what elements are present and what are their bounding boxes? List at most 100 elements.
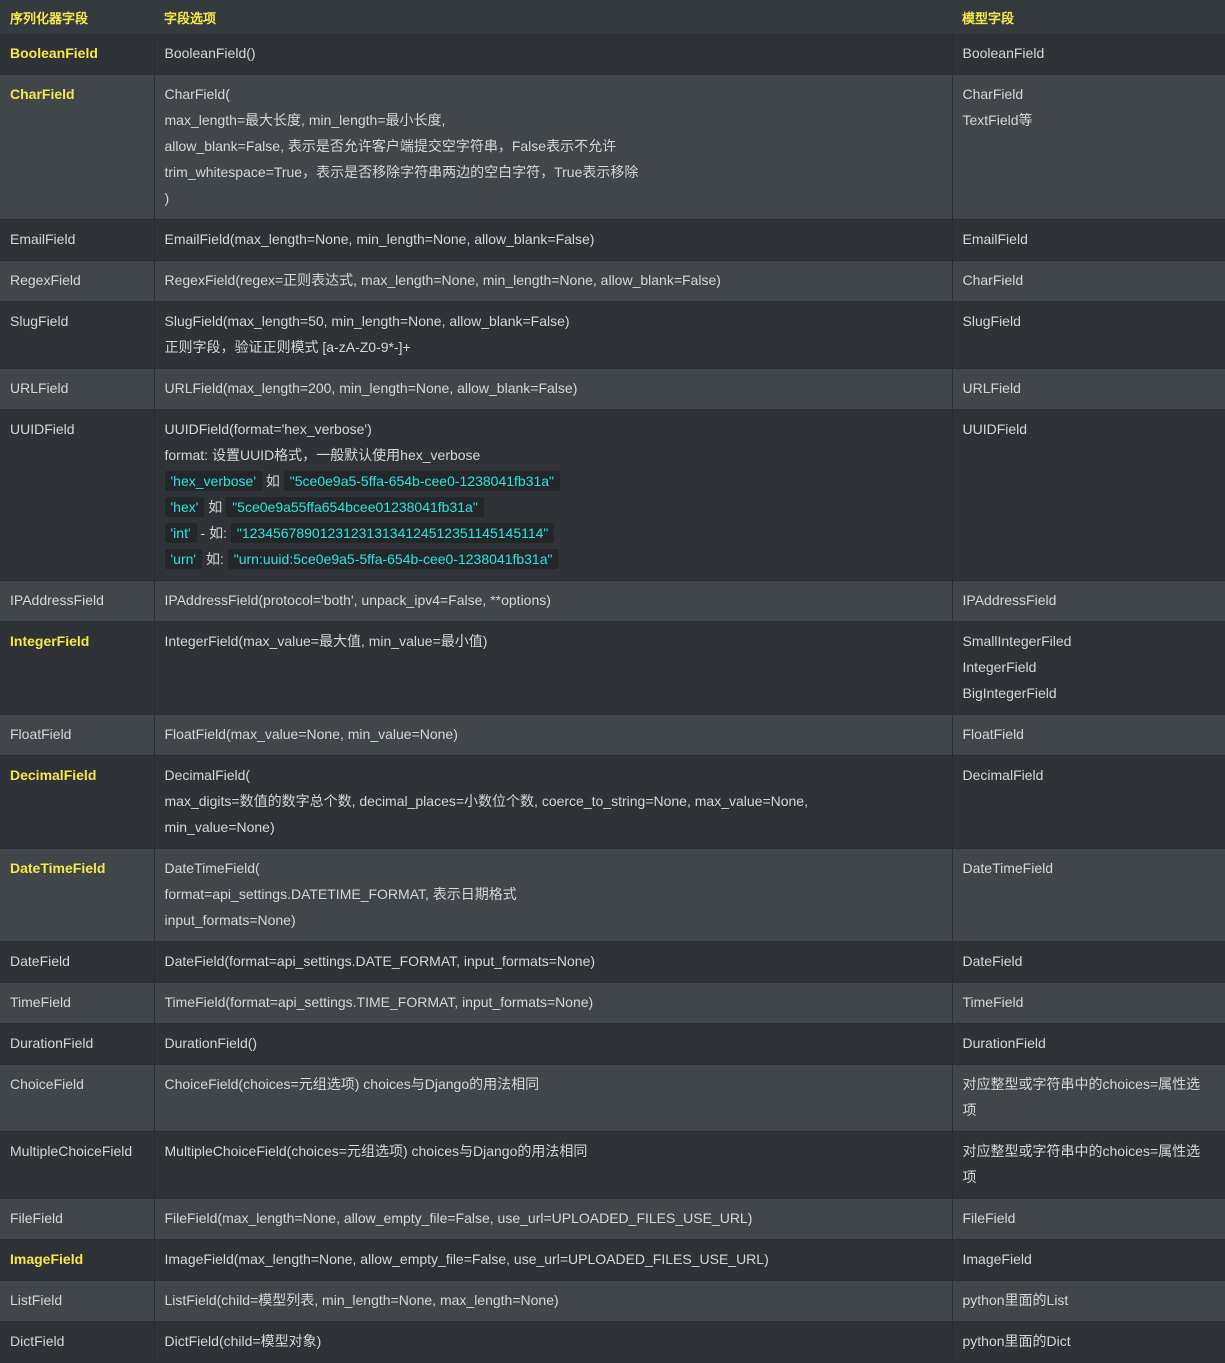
model-field-name: BooleanField	[962, 45, 1045, 61]
field-options-cell: CharField( max_length=最大长度, min_length=最小…	[154, 74, 953, 220]
table-row: FileField FileField(max_length=None, allo…	[0, 1198, 1225, 1240]
serializer-field-name: ChoiceField	[0, 1064, 155, 1132]
field-option-line: URLField(max_length=200, min_length=None…	[164, 380, 578, 396]
model-field-name: python里面的Dict	[962, 1333, 1071, 1349]
field-option-line: 正则字段，验证正则模式 [a-zA-Z0-9*-]+	[164, 339, 411, 355]
field-options-cell: ChoiceField(choices=元组选项) choices与Django…	[154, 1064, 953, 1132]
model-field-name: IntegerField	[962, 659, 1037, 675]
model-field-name: URLField	[962, 380, 1021, 396]
field-option-line: max_length=最大长度, min_length=最小长度,	[164, 112, 446, 128]
field-option-line: min_value=None)	[164, 819, 275, 835]
field-option-line: allow_blank=False, 表示是否允许客户端提交空字符串，False…	[164, 138, 617, 154]
field-option-line: ChoiceField(choices=元组选项) choices与Django…	[164, 1076, 540, 1092]
uuid-format-value: "123456789012312313134124512351145145114…	[230, 523, 555, 543]
model-field-name: ImageField	[962, 1251, 1032, 1267]
serializer-field-name: FloatField	[0, 714, 155, 756]
field-option-line: max_digits=数值的数字总个数, decimal_places=小数位个…	[164, 793, 809, 809]
table-row: DurationField DurationField() DurationFiel…	[0, 1023, 1225, 1065]
model-field-cell: DateField	[952, 941, 1225, 983]
model-field-cell: CharField TextField等	[952, 74, 1225, 220]
uuid-format-name: 'urn'	[164, 549, 203, 569]
model-field-name: 对应整型或字符串中的choices=属性选	[962, 1143, 1201, 1159]
field-option-line: ListField(child=模型列表, min_length=None, m…	[164, 1292, 559, 1308]
model-field-name: DateField	[962, 953, 1023, 969]
field-option-line: MultipleChoiceField(choices=元组选项) choice…	[164, 1143, 588, 1159]
field-option-line: FloatField(max_value=None, min_value=Non…	[164, 726, 458, 742]
uuid-format-name: 'int'	[164, 523, 197, 543]
uuid-format-separator: 如:	[202, 551, 228, 567]
table-row: DictField DictField(child=模型对象) python里面的D…	[0, 1321, 1225, 1363]
field-option-line: DateTimeField(	[164, 860, 260, 876]
header-field-options: 字段选项	[154, 0, 952, 34]
uuid-format-name: 'hex_verbose'	[164, 471, 263, 491]
uuid-format-example: 'urn' 如: "urn:uuid:5ce0e9a5-5ffa-654b-ce…	[164, 546, 942, 572]
field-option-line: CharField(	[164, 86, 230, 102]
model-field-cell: SlugField	[952, 301, 1225, 369]
uuid-format-value: "5ce0e9a5-5ffa-654b-cee0-1238041fb31a"	[283, 471, 561, 491]
model-field-name: TextField等	[962, 112, 1033, 128]
table-row: URLField URLField(max_length=200, min_len…	[0, 368, 1225, 410]
model-field-name: FloatField	[962, 726, 1024, 742]
field-options-cell: EmailField(max_length=None, min_length=N…	[154, 219, 953, 261]
table-row: TimeField TimeField(format=api_settings.T…	[0, 982, 1225, 1024]
serializer-field-name: SlugField	[0, 301, 155, 369]
serializer-field-table: 序列化器字段 字段选项 模型字段 BooleanField BooleanFiel…	[0, 0, 1225, 1363]
field-option-line: )	[164, 190, 170, 206]
table-row: ImageField ImageField(max_length=None, al…	[0, 1239, 1225, 1281]
model-field-cell: DateTimeField	[952, 848, 1225, 942]
field-option-line: ImageField(max_length=None, allow_empty_…	[164, 1251, 769, 1267]
field-option-line: SlugField(max_length=50, min_length=None…	[164, 313, 570, 329]
field-options-cell: TimeField(format=api_settings.TIME_FORMA…	[154, 982, 953, 1024]
table-row: UUIDField UUIDField(format='hex_verbose')…	[0, 409, 1225, 581]
model-field-cell: 对应整型或字符串中的choices=属性选项	[952, 1131, 1225, 1199]
table-row: RegexField RegexField(regex=正则表达式, max_le…	[0, 260, 1225, 302]
model-field-cell: FileField	[952, 1198, 1225, 1240]
model-field-name: python里面的List	[962, 1292, 1069, 1308]
field-option-line: DateField(format=api_settings.DATE_FORMA…	[164, 953, 596, 969]
model-field-cell: TimeField	[952, 982, 1225, 1024]
table-row: FloatField FloatField(max_value=None, min…	[0, 714, 1225, 756]
field-option-line: EmailField(max_length=None, min_length=N…	[164, 231, 595, 247]
table-row: ListField ListField(child=模型列表, min_lengt…	[0, 1280, 1225, 1322]
field-option-line: IPAddressField(protocol='both', unpack_i…	[164, 592, 551, 608]
field-options-cell: ListField(child=模型列表, min_length=None, m…	[154, 1280, 953, 1322]
serializer-field-name: IntegerField	[0, 621, 155, 715]
model-field-cell: python里面的Dict	[952, 1321, 1225, 1363]
serializer-field-name: CharField	[0, 74, 155, 220]
serializer-field-name: UUIDField	[0, 409, 155, 581]
model-field-name: 对应整型或字符串中的choices=属性选	[962, 1076, 1201, 1092]
table-row: DecimalField DecimalField(max_digits=数值的数…	[0, 755, 1225, 849]
model-field-cell: UUIDField	[952, 409, 1225, 581]
uuid-format-separator: 如	[262, 473, 284, 489]
model-field-cell: FloatField	[952, 714, 1225, 756]
field-option-line: BooleanField()	[164, 45, 256, 61]
field-option-line: DictField(child=模型对象)	[164, 1333, 322, 1349]
uuid-format-value: "urn:uuid:5ce0e9a5-5ffa-654b-cee0-123804…	[227, 549, 559, 569]
model-field-name: CharField	[962, 272, 1024, 288]
model-field-name: SmallIntegerFiled	[962, 633, 1072, 649]
field-option-line: UUIDField(format='hex_verbose')	[164, 421, 372, 437]
field-option-line: FileField(max_length=None, allow_empty_f…	[164, 1210, 753, 1226]
field-option-line: RegexField(regex=正则表达式, max_length=None,…	[164, 272, 721, 288]
field-option-line: IntegerField(max_value=最大值, min_value=最小…	[164, 633, 488, 649]
uuid-format-example: 'int' - 如: "1234567890123123131341245123…	[164, 520, 942, 546]
model-field-cell: IPAddressField	[952, 580, 1225, 622]
serializer-field-name: EmailField	[0, 219, 155, 261]
header-serializer-field: 序列化器字段	[0, 0, 154, 34]
model-field-name: 项	[962, 1169, 977, 1185]
serializer-field-name: TimeField	[0, 982, 155, 1024]
serializer-field-name: BooleanField	[0, 34, 155, 75]
field-options-cell: DateField(format=api_settings.DATE_FORMA…	[154, 941, 953, 983]
table-header-row: 序列化器字段 字段选项 模型字段	[0, 0, 1225, 34]
field-options-cell: FloatField(max_value=None, min_value=Non…	[154, 714, 953, 756]
model-field-cell: CharField	[952, 260, 1225, 302]
field-options-cell: DateTimeField(format=api_settings.DATETI…	[154, 848, 953, 942]
model-field-name: BigIntegerField	[962, 685, 1057, 701]
table-body: BooleanField BooleanField() BooleanField Ch…	[0, 34, 1225, 1363]
serializer-field-name: ImageField	[0, 1239, 155, 1281]
table-row: BooleanField BooleanField() BooleanField	[0, 34, 1225, 75]
serializer-field-name: DateTimeField	[0, 848, 155, 942]
model-field-cell: BooleanField	[952, 34, 1225, 75]
model-field-name: CharField	[962, 86, 1024, 102]
model-field-cell: DecimalField	[952, 755, 1225, 849]
